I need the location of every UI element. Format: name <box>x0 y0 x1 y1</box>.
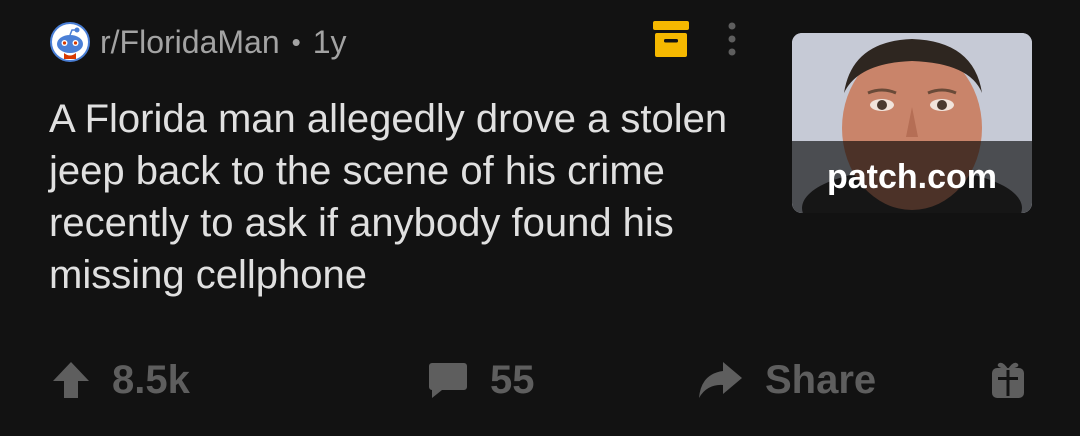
upvote-arrow-icon <box>53 362 89 398</box>
subreddit-name[interactable]: r/FloridaMan <box>100 24 280 61</box>
post-card[interactable]: r/FloridaMan • 1y A Florida man allegedl… <box>0 0 1080 436</box>
post-header: r/FloridaMan • 1y <box>50 20 347 64</box>
share-button[interactable]: Share <box>697 352 876 408</box>
subreddit-avatar-icon[interactable] <box>50 22 90 62</box>
comment-count: 55 <box>490 357 535 402</box>
post-age: 1y <box>312 23 347 60</box>
gift-award-icon[interactable] <box>990 360 1026 400</box>
archive-box-icon[interactable] <box>652 19 690 59</box>
link-thumbnail[interactable]: patch.com <box>792 33 1032 213</box>
more-options-button[interactable] <box>718 18 746 60</box>
share-label: Share <box>765 357 877 402</box>
comment-bubble-icon <box>429 363 467 398</box>
share-arrow-icon <box>699 362 742 398</box>
thumbnail-domain: patch.com <box>792 141 1032 213</box>
upvote-button[interactable]: 8.5k <box>52 352 190 408</box>
comments-button[interactable]: 55 <box>428 352 535 408</box>
meta-separator: • <box>291 26 301 57</box>
vertical-dots-icon <box>728 22 736 56</box>
post-title[interactable]: A Florida man allegedly drove a stolen j… <box>49 93 809 301</box>
vote-count: 8.5k <box>112 357 190 402</box>
